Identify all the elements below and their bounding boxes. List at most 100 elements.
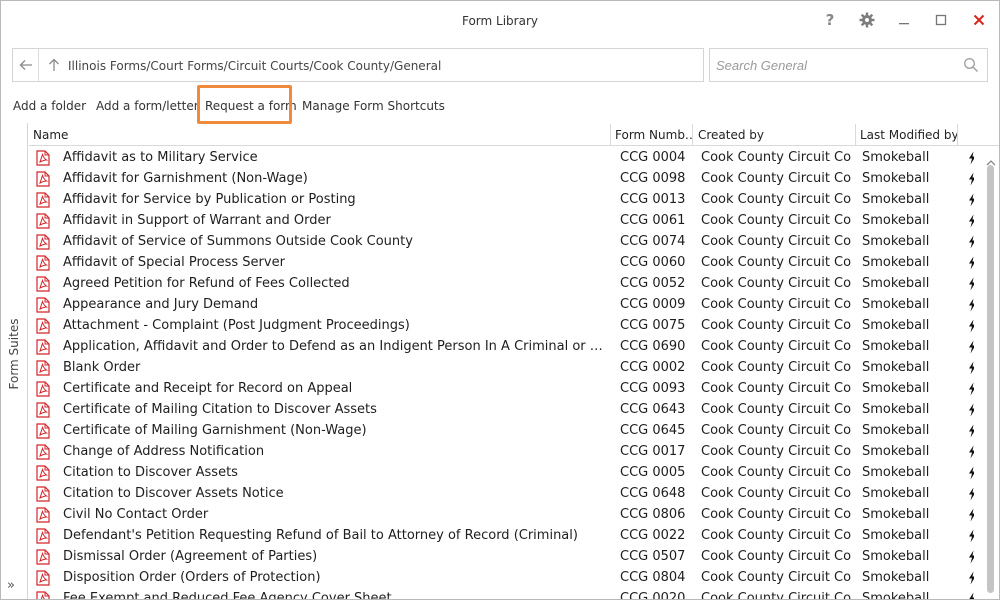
lightning-icon[interactable] (967, 529, 974, 543)
form-number: CCG 0690 (620, 339, 686, 354)
table-row[interactable]: Certificate of Mailing Garnishment (Non-… (29, 421, 974, 442)
last-modified-by: Smokeball (862, 171, 930, 186)
lightning-icon[interactable] (967, 466, 974, 480)
lightning-icon[interactable] (967, 361, 974, 375)
close-icon[interactable] (968, 10, 990, 30)
last-modified-by: Smokeball (862, 507, 930, 522)
table-row[interactable]: Dismissal Order (Agreement of Parties) CC… (29, 547, 974, 568)
lightning-icon[interactable] (967, 277, 974, 291)
form-suites-rail[interactable]: Form Suites » (1, 123, 28, 599)
table-row[interactable]: Affidavit in Support of Warrant and Orde… (29, 211, 974, 232)
pdf-icon (36, 297, 50, 313)
lightning-icon[interactable] (967, 319, 974, 333)
form-number: CCG 0017 (620, 444, 686, 459)
forms-table: Name Form Numb… Created by Last Modified… (29, 124, 999, 600)
lightning-icon[interactable] (967, 235, 974, 249)
last-modified-by: Smokeball (862, 213, 930, 228)
lightning-icon[interactable] (967, 214, 974, 228)
gear-icon[interactable] (856, 10, 878, 30)
table-row[interactable]: Civil No Contact Order CCG 0806 Cook Count… (29, 505, 974, 526)
table-row[interactable]: Certificate of Mailing Citation to Disco… (29, 400, 974, 421)
last-modified-by: Smokeball (862, 402, 930, 417)
table-row[interactable]: Blank Order CCG 0002 Cook County Circuit C… (29, 358, 974, 379)
last-modified-by: Smokeball (862, 591, 930, 600)
back-arrow-icon[interactable] (13, 49, 39, 81)
lightning-icon[interactable] (967, 508, 974, 522)
table-row[interactable]: Appearance and Jury Demand CCG 0009 Cook C… (29, 295, 974, 316)
table-row[interactable]: Fee Exempt and Reduced Fee Agency Cover … (29, 589, 974, 600)
add-form-letter-button[interactable]: Add a form/letter (96, 99, 199, 113)
created-by: Cook County Circuit Co... (701, 486, 851, 501)
lightning-icon[interactable] (967, 592, 974, 599)
last-modified-by: Smokeball (862, 360, 930, 375)
table-row[interactable]: Citation to Discover Assets Notice CCG 06… (29, 484, 974, 505)
column-header-last-modified-by[interactable]: Last Modified by (856, 124, 958, 146)
pdf-icon (36, 234, 50, 250)
lightning-icon[interactable] (967, 424, 974, 438)
expand-icon[interactable]: » (7, 578, 15, 593)
created-by: Cook County Circuit Co... (701, 276, 851, 291)
lightning-icon[interactable] (967, 382, 974, 396)
table-row[interactable]: Defendant's Petition Requesting Refund o… (29, 526, 974, 547)
last-modified-by: Smokeball (862, 276, 930, 291)
form-name: Agreed Petition for Refund of Fees Colle… (63, 276, 350, 291)
lightning-icon[interactable] (967, 571, 974, 585)
created-by: Cook County Circuit Co... (701, 465, 851, 480)
last-modified-by: Smokeball (862, 192, 930, 207)
search-icon[interactable] (963, 57, 979, 73)
pdf-icon (36, 528, 50, 544)
table-row[interactable]: Affidavit as to Military Service CCG 0004… (29, 148, 974, 169)
table-row[interactable]: Disposition Order (Orders of Protection)… (29, 568, 974, 589)
table-row[interactable]: Affidavit of Service of Summons Outside … (29, 232, 974, 253)
table-row[interactable]: Affidavit for Service by Publication or … (29, 190, 974, 211)
form-name: Disposition Order (Orders of Protection) (63, 570, 321, 585)
lightning-icon[interactable] (967, 550, 974, 564)
pdf-icon (36, 549, 50, 565)
last-modified-by: Smokeball (862, 486, 930, 501)
lightning-icon[interactable] (967, 151, 974, 165)
form-name: Fee Exempt and Reduced Fee Agency Cover … (63, 591, 392, 600)
up-arrow-icon[interactable] (44, 49, 64, 81)
table-row[interactable]: Affidavit of Special Process Server CCG 0… (29, 253, 974, 274)
help-icon[interactable]: ? (819, 10, 841, 30)
lightning-icon[interactable] (967, 172, 974, 186)
lightning-icon[interactable] (967, 403, 974, 417)
table-row[interactable]: Agreed Petition for Refund of Fees Colle… (29, 274, 974, 295)
table-row[interactable]: Certificate and Receipt for Record on Ap… (29, 379, 974, 400)
lightning-icon[interactable] (967, 193, 974, 207)
form-name: Dismissal Order (Agreement of Parties) (63, 549, 318, 564)
pdf-icon (36, 381, 50, 397)
created-by: Cook County Circuit Co... (701, 444, 851, 459)
last-modified-by: Smokeball (862, 339, 930, 354)
scrollbar-thumb[interactable] (987, 165, 994, 593)
form-name: Certificate and Receipt for Record on Ap… (63, 381, 353, 396)
column-header-name[interactable]: Name (29, 124, 611, 146)
maximize-icon[interactable] (930, 10, 952, 30)
table-row[interactable]: Application, Affidavit and Order to Defe… (29, 337, 974, 358)
minimize-icon[interactable] (893, 10, 915, 30)
lightning-icon[interactable] (967, 340, 974, 354)
created-by: Cook County Circuit Co... (701, 150, 851, 165)
lightning-icon[interactable] (967, 256, 974, 270)
created-by: Cook County Circuit Co... (701, 570, 851, 585)
created-by: Cook County Circuit Co... (701, 360, 851, 375)
pdf-icon (36, 192, 50, 208)
table-row[interactable]: Change of Address Notification CCG 0017 Co… (29, 442, 974, 463)
add-folder-button[interactable]: Add a folder (13, 99, 86, 113)
table-row[interactable]: Attachment - Complaint (Post Judgment Pr… (29, 316, 974, 337)
table-row[interactable]: Citation to Discover Assets CCG 0005 Cook … (29, 463, 974, 484)
form-name: Appearance and Jury Demand (63, 297, 259, 312)
created-by: Cook County Circuit Co... (701, 297, 851, 312)
vertical-scrollbar[interactable] (983, 148, 999, 599)
lightning-icon[interactable] (967, 298, 974, 312)
breadcrumb-path[interactable]: Illinois Forms/Court Forms/Circuit Court… (68, 59, 441, 73)
manage-form-shortcuts-button[interactable]: Manage Form Shortcuts (302, 99, 445, 113)
pdf-icon (36, 444, 50, 460)
lightning-icon[interactable] (967, 487, 974, 501)
lightning-icon[interactable] (967, 445, 974, 459)
search-input[interactable] (716, 56, 956, 74)
column-header-form-number[interactable]: Form Numb… (611, 124, 693, 146)
table-row[interactable]: Affidavit for Garnishment (Non-Wage) CCG … (29, 169, 974, 190)
column-header-created-by[interactable]: Created by (693, 124, 856, 146)
form-number: CCG 0060 (620, 255, 686, 270)
